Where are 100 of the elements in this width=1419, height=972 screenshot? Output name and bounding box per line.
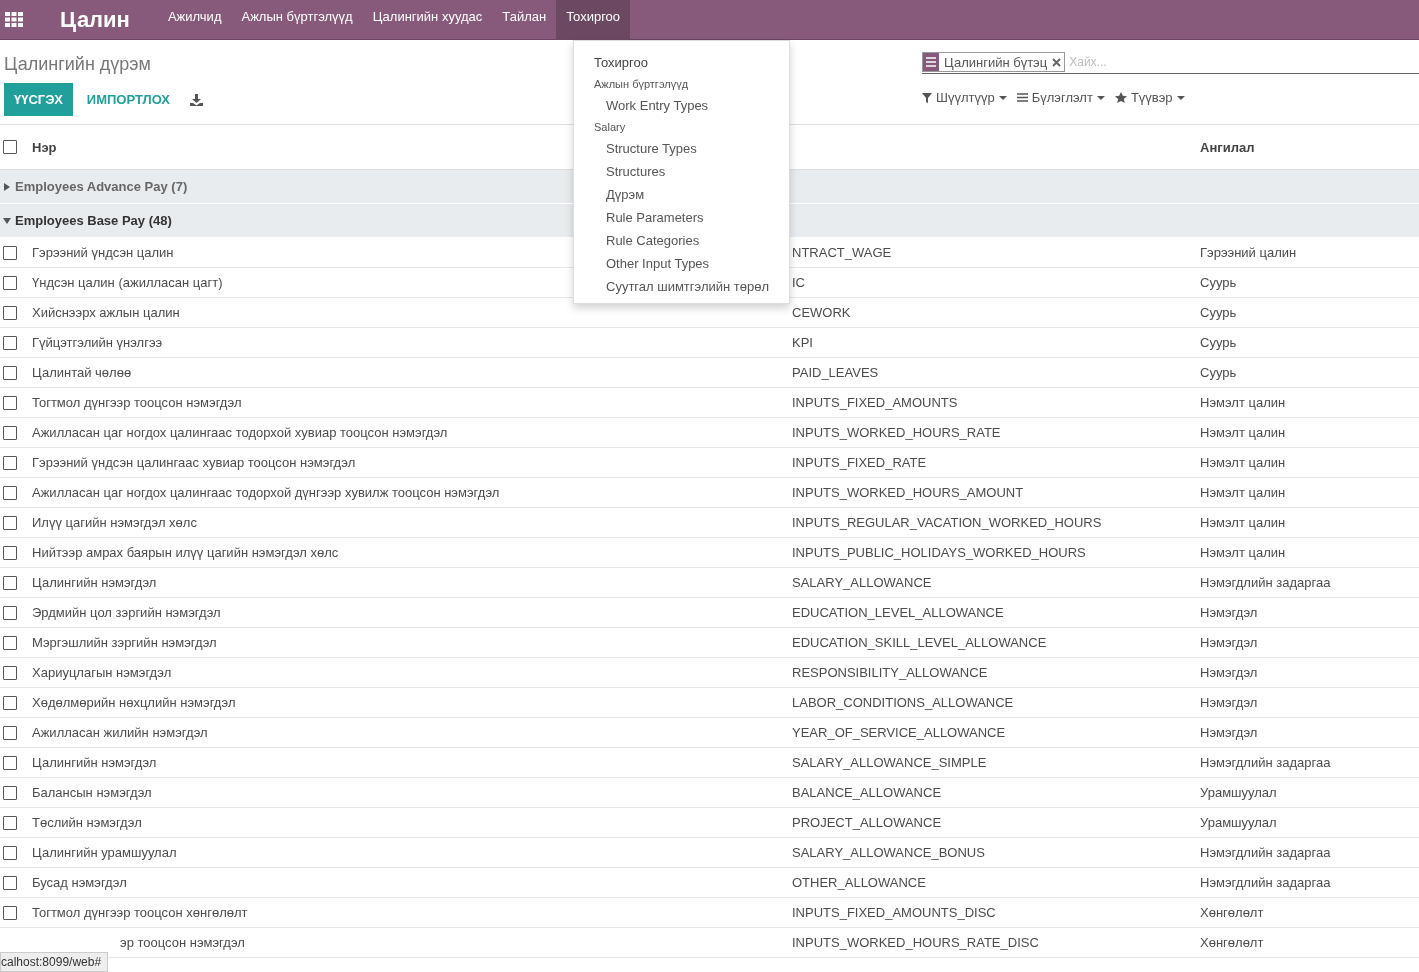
table-cell: Үндсэн цалин (ажилласан цагт) bbox=[32, 275, 223, 290]
row-checkbox[interactable] bbox=[3, 635, 17, 650]
row-checkbox[interactable] bbox=[3, 815, 17, 830]
menu-item[interactable]: Structure Types bbox=[574, 137, 789, 160]
menu-item[interactable]: Work Entry Types bbox=[574, 94, 789, 117]
table-cell: Цалингийн урамшуулал bbox=[32, 845, 177, 860]
row-checkbox[interactable] bbox=[3, 575, 17, 590]
table-cell: INPUTS_FIXED_AMOUNTS bbox=[792, 395, 958, 410]
caret-icon bbox=[1096, 95, 1105, 100]
table-cell: CEWORK bbox=[792, 305, 851, 320]
group-label: Employees Advance Pay (7) bbox=[15, 179, 188, 194]
table-cell: SALARY_ALLOWANCE bbox=[792, 575, 932, 590]
table-cell: RESPONSIBILITY_ALLOWANCE bbox=[792, 665, 988, 680]
menu-section-header: Salary bbox=[593, 120, 627, 135]
table-cell: INPUTS_WORKED_HOURS_RATE_DISC bbox=[792, 935, 1039, 950]
table-cell: Ажилласан жилийн нэмэгдэл bbox=[32, 725, 208, 740]
remove-icon[interactable] bbox=[1052, 57, 1062, 67]
filter-dropdown-button[interactable]: Шүүлтүүр bbox=[922, 90, 1007, 105]
row-checkbox[interactable] bbox=[3, 305, 17, 320]
table-cell: Нийтээр амрах баярын илүү цагийн нэмэгдэл хөлс bbox=[32, 545, 339, 560]
table-cell: INPUTS_WORKED_HOURS_AMOUNT bbox=[792, 485, 1024, 500]
row-checkbox[interactable] bbox=[3, 485, 17, 500]
table-cell: EDUCATION_LEVEL_ALLOWANCE bbox=[792, 605, 1004, 620]
table-cell: Эрдмийн цол зэргийн нэмэгдэл bbox=[32, 605, 221, 620]
row-checkbox[interactable] bbox=[3, 785, 17, 800]
row-checkbox[interactable] bbox=[3, 545, 17, 560]
menu-item[interactable]: Суутгал шимтгэлийн төрөл bbox=[574, 275, 789, 298]
table-cell: Хөнгөлөлт bbox=[1200, 935, 1264, 950]
row-checkbox[interactable] bbox=[3, 875, 17, 890]
table-cell: Илүү цагийн нэмэгдэл хөлс bbox=[32, 515, 197, 530]
menu-item[interactable]: Structures bbox=[574, 160, 789, 183]
row-checkbox[interactable] bbox=[3, 245, 17, 260]
menu-item[interactable]: Дүрэм bbox=[574, 183, 789, 206]
group-facet-icon bbox=[923, 53, 939, 71]
row-checkbox[interactable] bbox=[3, 695, 17, 710]
menu-icon bbox=[1016, 93, 1028, 102]
row-checkbox[interactable] bbox=[3, 665, 17, 680]
menu-item[interactable]: Rule Categories bbox=[574, 229, 789, 252]
nav-menu-item[interactable]: Тайлан bbox=[492, 0, 557, 40]
row-checkbox[interactable] bbox=[3, 755, 17, 770]
table-cell: Суурь bbox=[1200, 335, 1237, 350]
nav-menu-item[interactable]: Ажилчид bbox=[157, 0, 232, 40]
app-title: Цалин bbox=[60, 6, 130, 33]
row-checkbox[interactable] bbox=[3, 425, 17, 440]
row-checkbox[interactable] bbox=[3, 455, 17, 470]
table-cell: Нэмэлт цалин bbox=[1200, 545, 1286, 560]
table-cell: Тогтмол дүнгээр тооцсон нэмэгдэл bbox=[32, 395, 242, 410]
status-url-tooltip: calhost:8099/web# bbox=[0, 952, 109, 972]
download-icon[interactable] bbox=[190, 93, 203, 106]
table-cell: Хариуцлагын нэмэгдэл bbox=[32, 665, 172, 680]
table-cell: OTHER_ALLOWANCE bbox=[792, 875, 926, 890]
table-cell: SALARY_ALLOWANCE_BONUS bbox=[792, 845, 985, 860]
apps-grid-icon[interactable] bbox=[5, 11, 23, 28]
menu-item[interactable]: Тохиргоо bbox=[574, 51, 789, 74]
row-checkbox[interactable] bbox=[3, 845, 17, 860]
table-cell: KPI bbox=[792, 335, 813, 350]
nav-menu-item[interactable]: Ажлын бүртгэлүүд bbox=[231, 0, 363, 40]
page-title: Цалингийн дүрэм bbox=[4, 54, 152, 75]
row-checkbox[interactable] bbox=[3, 395, 17, 410]
table-cell: Гэрээний цалин bbox=[1200, 245, 1297, 260]
table-cell: INPUTS_FIXED_RATE bbox=[792, 455, 927, 470]
row-checkbox[interactable] bbox=[3, 605, 17, 620]
table-cell: INPUTS_FIXED_AMOUNTS_DISC bbox=[792, 905, 996, 920]
table-cell: Цалингийн нэмэгдэл bbox=[32, 575, 157, 590]
table-cell: BALANCE_ALLOWANCE bbox=[792, 785, 942, 800]
row-checkbox[interactable] bbox=[3, 725, 17, 740]
row-checkbox[interactable] bbox=[3, 515, 17, 530]
menu-item[interactable]: Rule Parameters bbox=[574, 206, 789, 229]
table-cell: Нэмэлт цалин bbox=[1200, 395, 1286, 410]
table-cell: EDUCATION_SKILL_LEVEL_ALLOWANCE bbox=[792, 635, 1047, 650]
column-header[interactable]: Нэр bbox=[32, 139, 57, 155]
row-checkbox[interactable] bbox=[3, 275, 17, 290]
table-cell: YEAR_OF_SERVICE_ALLOWANCE bbox=[792, 725, 1006, 740]
table-cell: PROJECT_ALLOWANCE bbox=[792, 815, 942, 830]
caret-icon bbox=[1176, 95, 1185, 100]
facet-label: Цалингийн бүтэц bbox=[944, 54, 1048, 70]
filter-dropdown-button[interactable]: Түүвэр bbox=[1114, 90, 1185, 105]
caret-icon bbox=[998, 95, 1007, 100]
table-cell: INPUTS_PUBLIC_HOLIDAYS_WORKED_HOURS bbox=[792, 545, 1086, 560]
row-checkbox[interactable] bbox=[3, 365, 17, 380]
nav-menu-item[interactable]: Тохиргоо bbox=[556, 0, 631, 40]
table-cell: Нэмэгдлийн задаргаа bbox=[1200, 755, 1331, 770]
table-cell: Суурь bbox=[1200, 305, 1237, 320]
table-cell: Нэмэгдэл bbox=[1200, 665, 1258, 680]
table-cell: Нэмэлт цалин bbox=[1200, 425, 1286, 440]
table-cell: Суурь bbox=[1200, 365, 1237, 380]
filter-dropdown-button[interactable]: Бүлэглэлт bbox=[1016, 90, 1105, 105]
row-checkbox[interactable] bbox=[3, 335, 17, 350]
table-cell: Нэмэгдэл bbox=[1200, 725, 1258, 740]
table-cell: Нэмэгдлийн задаргаа bbox=[1200, 875, 1331, 890]
nav-menu-item[interactable]: Цалингийн хуудас bbox=[362, 0, 493, 40]
table-cell: SALARY_ALLOWANCE_SIMPLE bbox=[792, 755, 987, 770]
row-checkbox[interactable] bbox=[3, 905, 17, 920]
select-all-checkbox[interactable] bbox=[3, 140, 17, 154]
menu-item[interactable]: Other Input Types bbox=[574, 252, 789, 275]
filter-icon bbox=[922, 92, 932, 103]
table-cell: Нэмэлт цалин bbox=[1200, 485, 1286, 500]
column-header[interactable]: Ангилал bbox=[1200, 139, 1255, 155]
table-cell: Ажилласан цаг ногдох цалингаас тодорхой дүнгээр хувилж тооцсон нэмэгдэл bbox=[32, 485, 500, 500]
table-cell: Цалингийн нэмэгдэл bbox=[32, 755, 157, 770]
